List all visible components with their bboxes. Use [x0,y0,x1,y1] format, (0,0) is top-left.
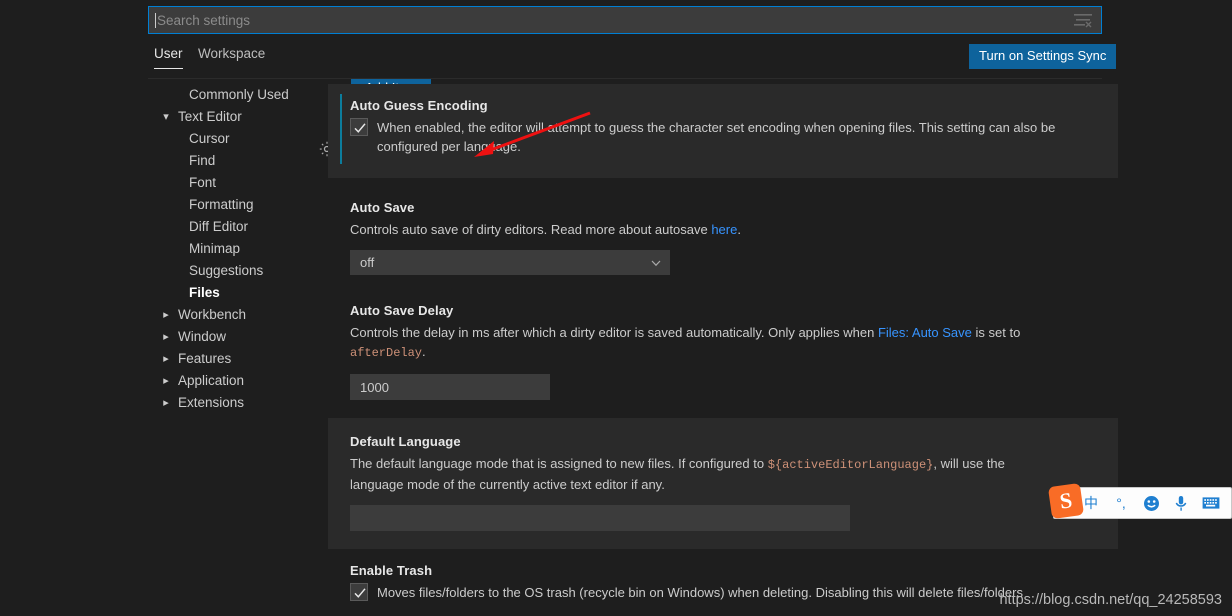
toc-item-font[interactable]: Font [148,172,328,194]
toc-item-formatting[interactable]: Formatting [148,194,328,216]
toc-item-diff-editor[interactable]: Diff Editor [148,216,328,238]
chevron-right-icon[interactable]: ▸ [159,326,173,348]
toc-label: Diff Editor [189,219,249,234]
turn-on-settings-sync-button[interactable]: Turn on Settings Sync [969,44,1117,70]
microphone-icon[interactable] [1171,493,1191,513]
setting-auto-save[interactable]: Auto Save Controls auto save of dirty ed… [328,178,1118,293]
toc-label: Window [178,329,227,344]
default-language-input[interactable] [350,505,850,531]
toc-item-features[interactable]: ▸ Features [148,348,328,370]
toc-label: Application [178,373,245,388]
text-caret [155,12,156,28]
chevron-down-icon [651,260,661,266]
setting-auto-save-delay[interactable]: Auto Save Delay Controls the delay in ms… [328,293,1118,418]
toc-label: Files [189,285,220,300]
toc-item-files[interactable]: Files [148,282,328,304]
toc-label: Find [189,153,216,168]
settings-editor: Search settings User Workspace Turn on S… [0,0,1232,616]
setting-description: When enabled, the editor will attempt to… [377,120,1056,154]
settings-list: Auto Guess Encoding When enabled, the ed… [319,84,1118,616]
checkmark-icon [354,123,366,133]
chevron-right-icon[interactable]: ▸ [159,392,173,414]
search-input[interactable]: Search settings [157,13,1071,28]
toc-item-cursor[interactable]: Cursor [148,128,328,150]
auto-save-dropdown[interactable]: off [350,250,670,275]
toc-label: Features [178,351,232,366]
desc-text-1: The default language mode that is assign… [350,456,768,471]
chevron-right-icon[interactable]: ▸ [159,304,173,326]
autosave-doc-link[interactable]: here [711,222,737,237]
desc-code: afterDelay [350,346,423,360]
settings-tabs: User Workspace [148,46,1102,74]
toc-label: Text Editor [178,109,242,124]
tab-user[interactable]: User [154,46,183,69]
toc-label: Formatting [189,197,254,212]
files-auto-save-link[interactable]: Files: Auto Save [878,325,972,340]
setting-title: Auto Save Delay [350,303,454,318]
sogou-logo-icon[interactable]: S [1047,482,1085,520]
auto-save-delay-input[interactable]: 1000 [350,374,550,400]
keyboard-icon[interactable] [1201,493,1221,513]
desc-text-2: . [737,222,741,237]
toc-item-text-editor[interactable]: ▾ Text Editor [148,106,328,128]
toc-item-find[interactable]: Find [148,150,328,172]
settings-toc: Commonly Used ▾ Text Editor Cursor Find … [148,84,328,616]
setting-description: Controls the delay in ms after which a d… [350,323,1055,363]
clear-filter-icon[interactable] [1071,10,1095,30]
setting-description: Controls auto save of dirty editors. Rea… [350,220,1055,239]
setting-title: Enable Trash [350,563,433,578]
search-settings-box[interactable]: Search settings [148,6,1102,34]
setting-auto-guess-encoding[interactable]: Auto Guess Encoding When enabled, the ed… [328,84,1118,178]
toc-item-minimap[interactable]: Minimap [148,238,328,260]
toc-label: Workbench [178,307,247,322]
punctuation-icon[interactable]: °, [1111,493,1131,513]
tabs-divider [148,78,1102,79]
setting-title: Auto Guess Encoding [350,98,488,113]
desc-text-1: Controls auto save of dirty editors. Rea… [350,222,712,237]
desc-text-1: Controls the delay in ms after which a d… [350,325,878,340]
toc-item-commonly-used[interactable]: Commonly Used [148,84,328,106]
toc-item-application[interactable]: ▸ Application [148,370,328,392]
toc-item-workbench[interactable]: ▸ Workbench [148,304,328,326]
desc-text-2: is set to [971,325,1021,340]
toc-item-suggestions[interactable]: Suggestions [148,260,328,282]
watermark-url: https://blog.csdn.net/qq_24258593 [999,592,1222,608]
setting-title: Default Language [350,434,461,449]
toc-label: Extensions [178,395,245,410]
toc-item-extensions[interactable]: ▸ Extensions [148,392,328,414]
toc-label: Commonly Used [189,87,289,102]
desc-text-3: . [422,344,426,359]
setting-description: The default language mode that is assign… [350,454,1055,494]
enable-trash-checkbox[interactable] [350,583,368,601]
auto-save-delay-value: 1000 [360,379,389,395]
toc-label: Suggestions [189,263,264,278]
auto-guess-encoding-checkbox[interactable] [350,118,368,136]
toc-label: Minimap [189,241,241,256]
auto-save-value: off [360,255,375,270]
desc-code: ${activeEditorLanguage} [767,458,934,472]
chinese-mode-icon[interactable]: 中 [1081,493,1101,513]
tab-workspace[interactable]: Workspace [198,46,265,68]
setting-description: Moves files/folders to the OS trash (rec… [377,585,1023,600]
checkmark-icon [354,588,366,598]
chevron-right-icon[interactable]: ▸ [159,370,173,392]
toc-item-window[interactable]: ▸ Window [148,326,328,348]
toc-label: Cursor [189,131,230,146]
setting-title: Auto Save [350,200,415,215]
setting-default-language[interactable]: Default Language The default language mo… [328,418,1118,549]
chevron-down-icon[interactable]: ▾ [159,106,173,128]
emoji-icon[interactable] [1141,493,1161,513]
chevron-right-icon[interactable]: ▸ [159,348,173,370]
toc-label: Font [189,175,217,190]
